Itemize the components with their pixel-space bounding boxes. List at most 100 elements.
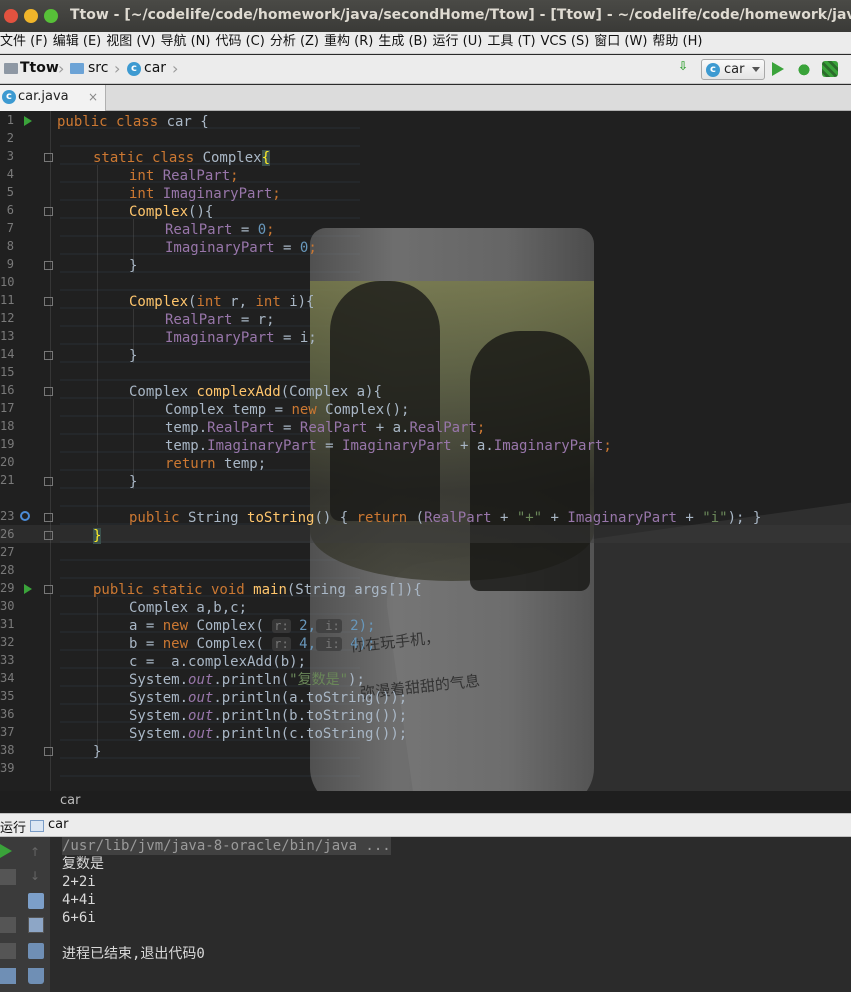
menu-help[interactable]: 帮助 (H): [652, 32, 707, 52]
run-class-gutter-icon[interactable]: [24, 116, 32, 126]
breadcrumb-file[interactable]: car: [144, 60, 166, 76]
menu-tools[interactable]: 工具 (T): [487, 32, 540, 52]
breadcrumb-separator-icon: ›: [114, 59, 121, 78]
fold-icon[interactable]: [44, 207, 53, 216]
fold-icon[interactable]: [44, 585, 53, 594]
code-line-12: RealPart = r;: [165, 312, 275, 328]
close-tab-icon[interactable]: ×: [88, 85, 98, 109]
line-number: 10: [0, 275, 15, 289]
line-number: 1: [6, 113, 14, 127]
editor-gutter[interactable]: 1 2 3 4 5 6 7 8 9 10 11 12 13 14 15 16 1…: [0, 111, 56, 791]
run-toolbar: ↑ ↓: [0, 837, 50, 992]
soft-wrap-icon[interactable]: [28, 893, 44, 909]
arrow-down-icon[interactable]: ↓: [30, 869, 46, 885]
line-number: 35: [0, 689, 15, 703]
editor-tab-bar: c car.java ×: [0, 85, 851, 111]
menu-edit[interactable]: 编辑 (E): [53, 32, 107, 52]
fold-icon[interactable]: [44, 297, 53, 306]
line-number: 34: [0, 671, 15, 685]
run-tab-car[interactable]: car: [48, 817, 68, 832]
line-number: 13: [0, 329, 15, 343]
menu-run[interactable]: 运行 (U): [433, 32, 488, 52]
code-area[interactable]: public class car { static class Complex{…: [57, 111, 851, 791]
code-line-34: System.out.println("复数是");: [129, 672, 365, 688]
menu-code[interactable]: 代码 (C): [215, 32, 269, 52]
line-number: 32: [0, 635, 15, 649]
breadcrumb-project[interactable]: Ttow: [20, 60, 59, 76]
fold-icon[interactable]: [44, 261, 53, 270]
line-number: 37: [0, 725, 15, 739]
code-line-35: System.out.println(a.toString());: [129, 690, 408, 706]
console-output[interactable]: /usr/lib/jvm/java-8-oracle/bin/java ... …: [50, 837, 851, 992]
arrow-up-icon[interactable]: ↑: [30, 845, 46, 861]
pin-tab-icon[interactable]: [0, 943, 16, 959]
debug-icon[interactable]: [796, 61, 812, 77]
line-number: 5: [6, 185, 14, 199]
run-with-coverage-icon[interactable]: [822, 61, 838, 77]
run-panel-title: 运行: [0, 821, 27, 836]
code-line-21: }: [129, 474, 138, 490]
class-file-icon: c: [2, 90, 16, 104]
menu-view[interactable]: 视图 (V): [106, 32, 160, 52]
menu-file[interactable]: 文件 (F): [0, 32, 53, 52]
menu-window[interactable]: 窗口 (W): [594, 32, 652, 52]
close-run-icon[interactable]: [0, 968, 16, 984]
code-line-23: public String toString() { return (RealP…: [129, 510, 762, 526]
code-line-7: RealPart = 0;: [165, 222, 275, 238]
line-number: 12: [0, 311, 15, 325]
minimize-window-button[interactable]: [24, 9, 38, 23]
window-title: Ttow - [~/codelife/code/homework/java/se…: [70, 7, 851, 23]
close-window-button[interactable]: [4, 9, 18, 23]
breadcrumb-src[interactable]: src: [88, 60, 108, 76]
line-number: 28: [0, 563, 15, 577]
maximize-window-button[interactable]: [44, 9, 58, 23]
fold-icon[interactable]: [44, 477, 53, 486]
code-line-4: int RealPart;: [129, 168, 239, 184]
line-number: 2: [6, 131, 14, 145]
fold-icon[interactable]: [44, 387, 53, 396]
line-number: 16: [0, 383, 15, 397]
build-project-icon[interactable]: ⇩: [678, 59, 694, 75]
print-icon[interactable]: [28, 943, 44, 959]
line-number: 36: [0, 707, 15, 721]
line-number: 39: [0, 761, 15, 775]
override-method-icon[interactable]: [20, 511, 30, 521]
line-number: 11: [0, 293, 15, 307]
menu-analyze[interactable]: 分析 (Z): [270, 32, 324, 52]
line-number: 20: [0, 455, 15, 469]
rerun-icon[interactable]: [0, 844, 12, 858]
run-icon[interactable]: [772, 62, 784, 76]
code-line-3: static class Complex{: [93, 150, 271, 166]
trash-icon[interactable]: [28, 968, 44, 984]
line-number: 14: [0, 347, 15, 361]
stop-icon[interactable]: [0, 869, 16, 885]
navigation-bar: Ttow › src › c car › ⇩ c car: [0, 55, 851, 84]
code-line-36: System.out.println(b.toString());: [129, 708, 408, 724]
code-line-32: b = new Complex( r: 4, i: 4);: [129, 636, 376, 652]
code-line-37: System.out.println(c.toString());: [129, 726, 408, 742]
tab-car-java[interactable]: c car.java ×: [0, 85, 106, 111]
fold-icon[interactable]: [44, 153, 53, 162]
fold-icon[interactable]: [44, 513, 53, 522]
menu-navigate[interactable]: 导航 (N): [160, 32, 215, 52]
line-number: 33: [0, 653, 15, 667]
line-number: 29: [0, 581, 15, 595]
fold-icon[interactable]: [44, 747, 53, 756]
editor-breadcrumb-item[interactable]: car: [60, 793, 80, 808]
code-editor[interactable]: 你在玩手机， 弥漫着甜甜的气息 1 2 3 4 5 6 7 8 9 10 11 …: [0, 111, 851, 791]
fold-icon[interactable]: [44, 531, 53, 540]
scroll-to-end-icon[interactable]: [28, 917, 44, 933]
run-configuration-select[interactable]: c car: [701, 59, 765, 80]
code-line-8: ImaginaryPart = 0;: [165, 240, 317, 256]
code-line-16: Complex complexAdd(Complex a){: [129, 384, 382, 400]
line-number: 3: [6, 149, 14, 163]
run-main-gutter-icon[interactable]: [24, 584, 32, 594]
menu-refactor[interactable]: 重构 (R): [324, 32, 378, 52]
fold-icon[interactable]: [44, 351, 53, 360]
menu-vcs[interactable]: VCS (S): [541, 32, 595, 52]
chevron-down-icon: [752, 67, 760, 72]
source-folder-icon: [70, 63, 84, 74]
menu-build[interactable]: 生成 (B): [378, 32, 432, 52]
restore-layout-icon[interactable]: [0, 917, 16, 933]
code-line-29: public static void main(String args[]){: [93, 582, 422, 598]
